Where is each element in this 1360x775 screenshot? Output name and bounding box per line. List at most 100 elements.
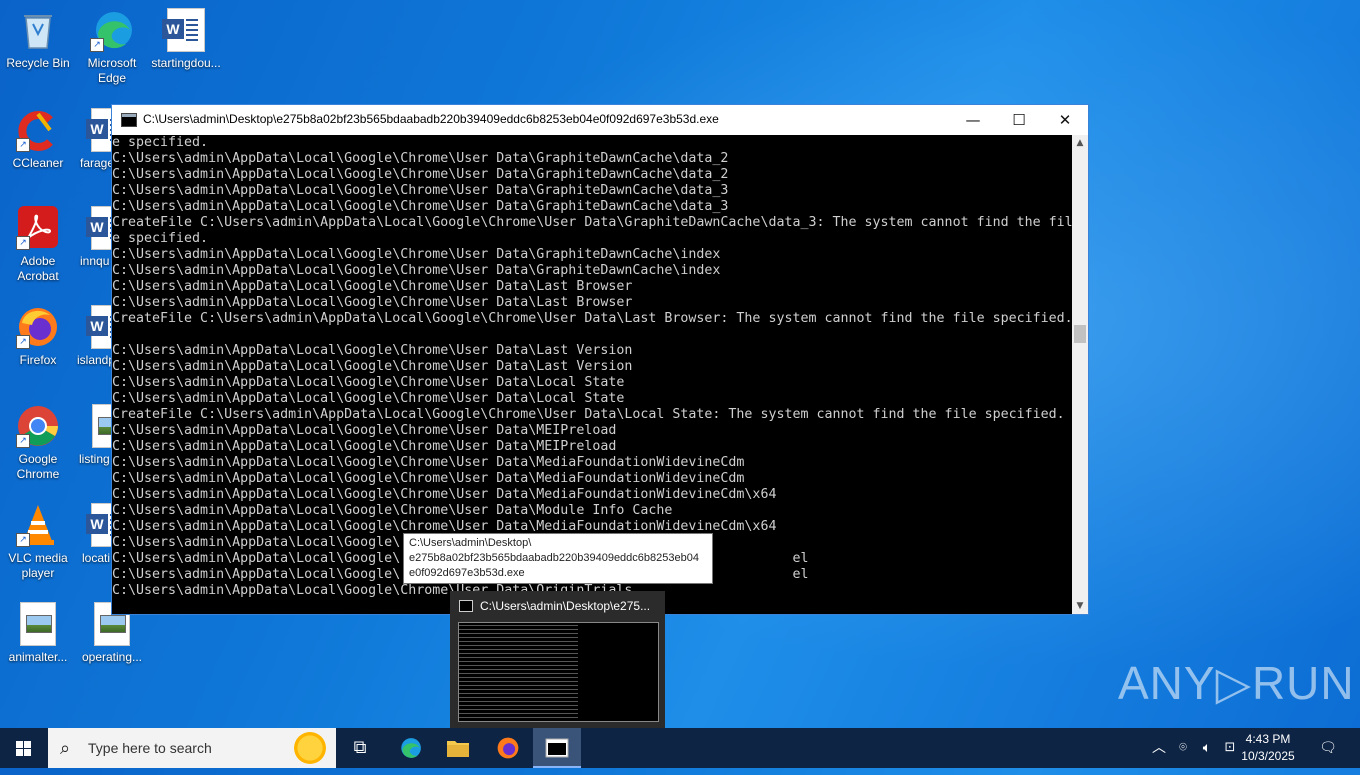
console-titlebar[interactable]: C:\Users\admin\Desktop\e275b8a02bf23b565… [112, 105, 1088, 135]
console-line: C:\Users\admin\AppData\Local\Google\Chro… [112, 423, 617, 438]
tooltip-line: e0f092d697e3b53d.exe [409, 567, 525, 579]
notifications-icon[interactable]: 🗨︎ [1316, 728, 1340, 768]
taskbar: ⌕ Type here to search ⧉ ︿ ⌾ 🔈︎ ⊡ 4:43 PM… [0, 728, 1360, 768]
desktop-icon-label: innqu [80, 254, 110, 268]
console-line: C:\Users\admin\AppData\Local\Google\Chro… [112, 151, 729, 166]
console-line: C:\Users\admin\AppData\Local\Google\Chro… [112, 295, 633, 310]
taskbar-firefox-button[interactable] [484, 728, 532, 768]
console-line: C:\Users\admin\AppData\Local\Google\Chro… [112, 359, 633, 374]
console-line: C:\Users\admin\AppData\Local\Google\Chro… [112, 167, 729, 182]
console-line: C:\Users\admin\AppData\Local\Google\Chro… [112, 199, 729, 214]
show-hidden-icons-chevron-icon[interactable]: ︿ [1150, 728, 1168, 768]
desktop-icon-firefox[interactable]: ↗ Firefox [0, 305, 76, 368]
desktop-icon-islandp[interactable]: W islandp [74, 305, 129, 368]
desktop-icon-locati[interactable]: W locati [74, 503, 129, 566]
vlc-icon: ↗ [16, 503, 60, 547]
anyrun-watermark: ANY▷RUN [1118, 657, 1355, 709]
console-line: C:\Users\admin\AppData\Local\Google\Chro… [112, 439, 617, 454]
firefox-icon: ↗ [16, 305, 60, 349]
maximize-button[interactable]: ☐ [996, 105, 1042, 135]
network-devices-icon[interactable]: ⌾ [1174, 728, 1192, 768]
minimize-button[interactable]: — [950, 105, 996, 135]
desktop-icon-farage[interactable]: W farage [74, 108, 129, 171]
shortcut-arrow-icon: ↗ [16, 335, 30, 349]
desktop-icon-label: Microsoft Edge [87, 56, 137, 85]
acrobat-icon: ↗ [16, 206, 60, 250]
console-app-icon [545, 738, 569, 758]
image-file-icon [16, 602, 60, 646]
desktop-icon-listing[interactable]: listing [74, 404, 128, 467]
console-line: e specified. [112, 135, 209, 150]
desktop-icon-startingdou[interactable]: W startingdou... [148, 8, 224, 71]
console-line: C:\Users\admin\AppData\Local\Google\Chro… [112, 375, 625, 390]
desktop-icon-vlc[interactable]: ↗ VLC media player [0, 503, 76, 581]
shortcut-arrow-icon: ↗ [16, 236, 30, 250]
desktop-icon-innqu[interactable]: W innqu [74, 206, 129, 269]
desktop-icon-label: operating... [81, 650, 143, 664]
vertical-scrollbar[interactable]: ▲ ▼ [1072, 135, 1088, 614]
scrollbar-thumb[interactable] [1074, 325, 1086, 343]
clock-date: 10/3/2025 [1241, 749, 1295, 763]
desktop-icon-recycle-bin[interactable]: Recycle Bin [0, 8, 76, 71]
desktop-icon-label: Firefox [19, 353, 57, 367]
taskbar-console-button[interactable] [533, 728, 581, 768]
search-placeholder: Type here to search [88, 740, 212, 756]
taskbar-edge-button[interactable] [386, 728, 434, 768]
desktop-icon-adobe-acrobat[interactable]: ↗ Adobe Acrobat [0, 206, 76, 284]
console-line: C:\Users\admin\AppData\Local\Google\Chro… [112, 455, 745, 470]
console-line: C:\Users\admin\AppData\Local\Google\Chro… [112, 391, 625, 406]
console-line: C:\Users\admin\AppData\Local\Google\Chro… [112, 183, 729, 198]
desktop-icon-google-chrome[interactable]: ↗ Google Chrome [0, 404, 76, 482]
word-document-icon: W [162, 8, 208, 52]
close-button[interactable]: ✕ [1042, 105, 1088, 135]
console-app-icon [121, 113, 137, 127]
desktop-icon-label: Recycle Bin [6, 56, 70, 70]
thumbnail-title: C:\Users\admin\Desktop\e275... [480, 599, 651, 613]
clock-time: 4:43 PM [1245, 732, 1291, 746]
task-view-icon: ⧉ [353, 737, 367, 758]
edge-icon [401, 738, 421, 758]
taskbar-clock[interactable]: 4:43 PM 10/3/2025 [1238, 731, 1298, 765]
scroll-down-arrow-icon[interactable]: ▼ [1072, 598, 1088, 614]
task-view-button[interactable]: ⧉ [336, 728, 384, 768]
desktop-icon-animalter[interactable]: animalter... [0, 602, 76, 665]
console-app-icon [459, 600, 473, 612]
taskbar-search-box[interactable]: ⌕ Type here to search [48, 728, 336, 768]
desktop-icon-label: listing [79, 452, 110, 466]
volume-icon[interactable]: 🔈︎ [1197, 728, 1217, 768]
chrome-icon: ↗ [16, 404, 60, 448]
tooltip-line: C:\Users\admin\Desktop\ [409, 537, 532, 549]
console-line: e specified. [112, 231, 209, 246]
console-line: CreateFile C:\Users\admin\AppData\Local\… [112, 215, 1072, 230]
desktop-icon-label: startingdou... [151, 56, 221, 70]
shortcut-arrow-icon: ↗ [16, 434, 30, 448]
taskbar-file-explorer-button[interactable] [434, 728, 482, 768]
desktop-icon-ccleaner[interactable]: ↗ CCleaner [0, 108, 76, 171]
console-line: C:\Users\admin\AppData\Local\Google\Chro… [112, 279, 633, 294]
console-line: CreateFile C:\Users\admin\AppData\Local\… [112, 311, 1072, 326]
console-line: C:\Users\admin\AppData\Local\Google\Chro… [112, 471, 745, 486]
thumbnail-image[interactable] [458, 622, 659, 722]
search-highlight-sun-icon [294, 732, 326, 764]
windows-logo-icon [16, 741, 31, 756]
desktop-icon-label: Google Chrome [16, 452, 60, 481]
console-line: C:\Users\admin\AppData\Local\Google\Chro… [112, 247, 721, 262]
desktop-icon-microsoft-edge[interactable]: ↗ Microsoft Edge [74, 8, 150, 86]
console-line: C:\Users\admin\AppData\Local\Google\Chro… [112, 263, 721, 278]
start-button[interactable] [0, 728, 48, 768]
taskbar-thumbnail-preview[interactable]: C:\Users\admin\Desktop\e275... [450, 591, 665, 728]
desktop-icon-label: VLC media player [8, 551, 68, 580]
console-line: C:\Users\admin\AppData\Local\Google\Chro… [112, 487, 777, 502]
search-icon: ⌕ [60, 738, 71, 759]
desktop-icon-label: islandp [77, 353, 116, 367]
path-tooltip: C:\Users\admin\Desktop\ e275b8a02bf23b56… [403, 533, 713, 584]
network-icon[interactable]: ⊡ [1220, 728, 1240, 768]
shortcut-arrow-icon: ↗ [16, 138, 30, 152]
console-line: C:\Users\admin\AppData\Local\Google\Chro… [112, 343, 633, 358]
recycle-bin-icon [16, 8, 60, 52]
firefox-icon [497, 737, 519, 759]
console-line: CreateFile C:\Users\admin\AppData\Local\… [112, 407, 1065, 422]
desktop-icon-label: CCleaner [12, 156, 64, 170]
scroll-up-arrow-icon[interactable]: ▲ [1072, 135, 1088, 151]
